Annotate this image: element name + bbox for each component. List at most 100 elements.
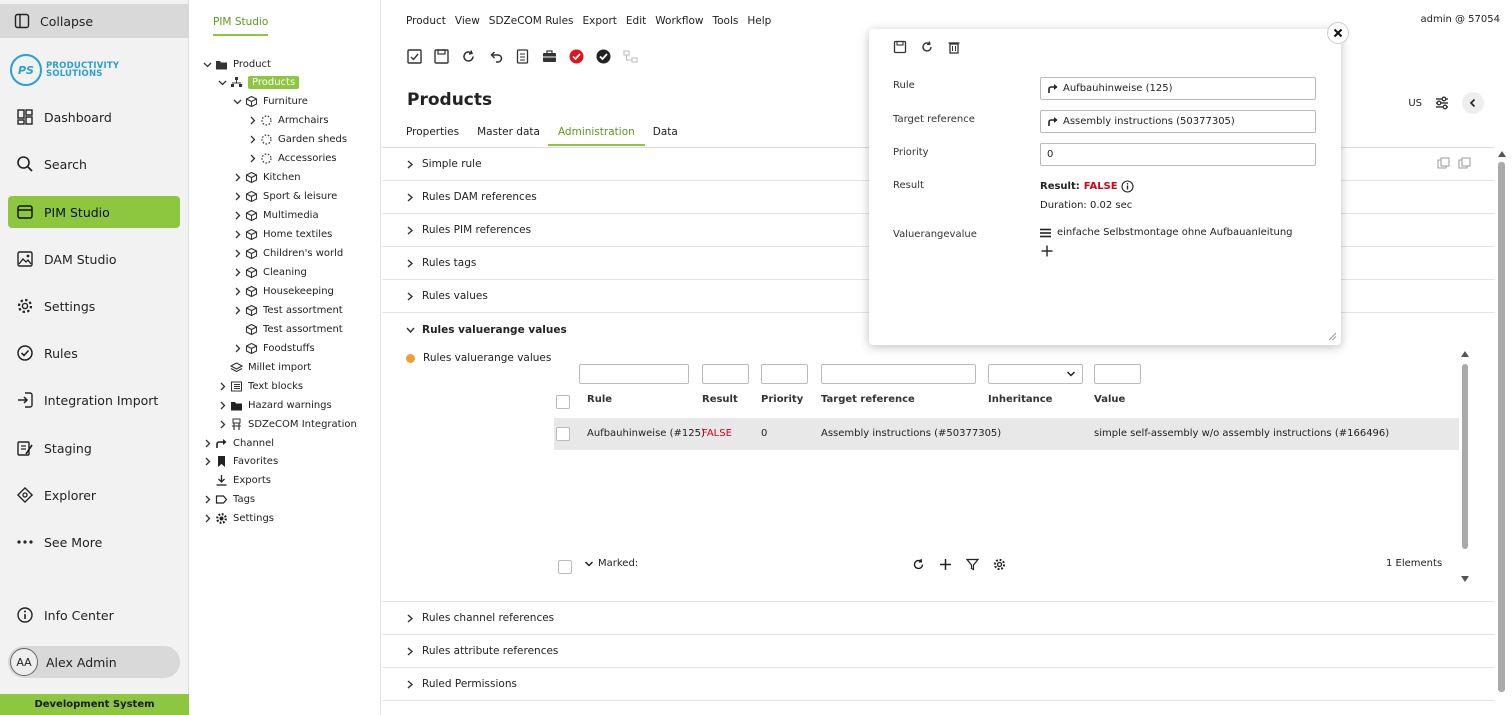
tab-administration[interactable]: Administration: [547, 126, 645, 146]
collapse-button[interactable]: Collapse: [0, 4, 189, 38]
chevron-right-icon[interactable]: [231, 172, 243, 184]
document-icon[interactable]: [514, 48, 531, 65]
tab-pim-studio[interactable]: PIM Studio: [213, 16, 269, 36]
chevron-right-icon[interactable]: [231, 210, 243, 222]
menu-tools[interactable]: Tools: [712, 15, 738, 27]
nav-dashboard[interactable]: Dashboard: [8, 101, 180, 133]
chevron-right-icon[interactable]: [231, 266, 243, 278]
select-all-checkbox[interactable]: [556, 395, 570, 409]
tree-node[interactable]: Text blocks: [216, 377, 303, 395]
check-dark-icon[interactable]: [595, 48, 612, 65]
tree-node[interactable]: Home textiles: [231, 226, 332, 244]
chevron-right-icon[interactable]: [231, 191, 243, 203]
tree-node[interactable]: Kitchen: [231, 169, 301, 187]
scroll-down-icon[interactable]: [1460, 575, 1470, 583]
delete-icon[interactable]: [947, 40, 961, 54]
close-button[interactable]: [1327, 22, 1349, 44]
resize-handle-icon[interactable]: [1327, 331, 1337, 341]
nav-settings[interactable]: Settings: [8, 290, 180, 322]
chevron-right-icon[interactable]: [216, 399, 228, 411]
save-check-icon[interactable]: [406, 48, 423, 65]
tree-node[interactable]: Product: [201, 55, 271, 73]
tab-properties[interactable]: Properties: [406, 126, 459, 146]
chevron-right-icon[interactable]: [231, 229, 243, 241]
tree-node[interactable]: Cleaning: [231, 263, 307, 281]
briefcase-icon[interactable]: [541, 48, 558, 65]
save-icon[interactable]: [893, 40, 907, 54]
tree-node[interactable]: Settings: [201, 510, 274, 528]
menu-view[interactable]: View: [455, 15, 480, 27]
tree-node[interactable]: Hazard warnings: [216, 396, 332, 414]
tree-node[interactable]: Favorites: [201, 453, 278, 471]
chevron-down-icon[interactable]: [216, 77, 228, 89]
mark-all-checkbox[interactable]: [558, 560, 572, 574]
priority-input[interactable]: 0: [1040, 143, 1316, 166]
chevron-right-icon[interactable]: [216, 380, 228, 392]
col-value[interactable]: Value: [1094, 394, 1125, 405]
nav-info-center[interactable]: Info Center: [8, 599, 180, 631]
col-target-reference[interactable]: Target reference: [821, 394, 915, 405]
chevron-right-icon[interactable]: [201, 456, 213, 468]
chevron-right-icon[interactable]: [201, 513, 213, 525]
tree-node[interactable]: Test assortment: [231, 320, 343, 338]
nav-search[interactable]: Search: [8, 148, 180, 180]
menu-help[interactable]: Help: [747, 15, 771, 27]
tree-node[interactable]: Multimedia: [231, 207, 319, 225]
check-red-icon[interactable]: [568, 48, 585, 65]
tree-node[interactable]: Channel: [201, 434, 274, 452]
user-menu[interactable]: AA Alex Admin: [8, 646, 180, 678]
save-icon[interactable]: [433, 48, 450, 65]
col-result[interactable]: Result: [702, 394, 738, 405]
nav-explorer[interactable]: Explorer: [8, 479, 180, 511]
rule-field[interactable]: Aufbauhinweise (125): [1040, 77, 1316, 100]
tree-node[interactable]: Garden sheds: [246, 131, 347, 149]
tree-node[interactable]: Children's world: [231, 245, 343, 263]
nav-integration-import[interactable]: Integration Import: [8, 384, 180, 416]
tab-data[interactable]: Data: [653, 126, 678, 146]
tree-node[interactable]: Accessories: [246, 150, 337, 168]
tree-node[interactable]: Sport & leisure: [231, 188, 337, 206]
filter-value-input[interactable]: [1094, 364, 1141, 384]
panel-back-button[interactable]: [1462, 92, 1484, 114]
menu-workflow[interactable]: Workflow: [655, 15, 703, 27]
col-rule[interactable]: Rule: [587, 394, 612, 405]
undo-icon[interactable]: [487, 48, 504, 65]
chevron-right-icon[interactable]: [231, 342, 243, 354]
filter-inheritance-select[interactable]: [988, 364, 1083, 384]
tree-node[interactable]: Housekeeping: [231, 282, 334, 300]
menu-export[interactable]: Export: [583, 15, 617, 27]
chevron-down-icon[interactable]: [231, 96, 243, 108]
filter-icon[interactable]: [966, 558, 979, 571]
scroll-up-icon[interactable]: [1460, 350, 1470, 358]
main-scroll-up-icon[interactable]: [1497, 150, 1507, 158]
chevron-right-icon[interactable]: [201, 494, 213, 506]
section-header[interactable]: Ruled Permissions: [382, 668, 1494, 701]
tab-master-data[interactable]: Master data: [477, 126, 540, 146]
add-valuerange-icon[interactable]: [1041, 245, 1053, 257]
nav-dam-studio[interactable]: DAM Studio: [8, 243, 180, 275]
filter-rule-input[interactable]: [579, 364, 689, 384]
nav-see-more[interactable]: See More: [8, 526, 180, 558]
tree-node[interactable]: Test assortment: [231, 301, 343, 319]
menu-product[interactable]: Product: [406, 15, 446, 27]
nav-rules[interactable]: Rules: [8, 337, 180, 369]
reload-icon[interactable]: [920, 40, 934, 54]
tree-node[interactable]: Products: [216, 74, 300, 92]
reload-icon[interactable]: [460, 48, 477, 65]
tree-node[interactable]: Foodstuffs: [231, 339, 315, 357]
gear-icon[interactable]: [993, 558, 1006, 571]
target-reference-field[interactable]: Assembly instructions (50377305): [1040, 110, 1316, 133]
tree-node[interactable]: Armchairs: [246, 112, 329, 130]
nav-pim-studio[interactable]: PIM Studio: [8, 196, 180, 228]
chevron-right-icon[interactable]: [246, 115, 258, 127]
filter-settings-icon[interactable]: [1434, 95, 1450, 111]
tree-node[interactable]: Millet import: [216, 358, 311, 376]
chevron-right-icon[interactable]: [231, 304, 243, 316]
chevron-right-icon[interactable]: [231, 248, 243, 260]
filter-result-input[interactable]: [702, 364, 749, 384]
tree-node[interactable]: Exports: [201, 472, 271, 490]
row-checkbox[interactable]: [556, 427, 570, 441]
valuerange-item[interactable]: einfache Selbstmontage ohne Aufbauanleit…: [1040, 227, 1293, 238]
info-icon[interactable]: [1121, 180, 1134, 193]
menu-edit[interactable]: Edit: [626, 15, 646, 27]
